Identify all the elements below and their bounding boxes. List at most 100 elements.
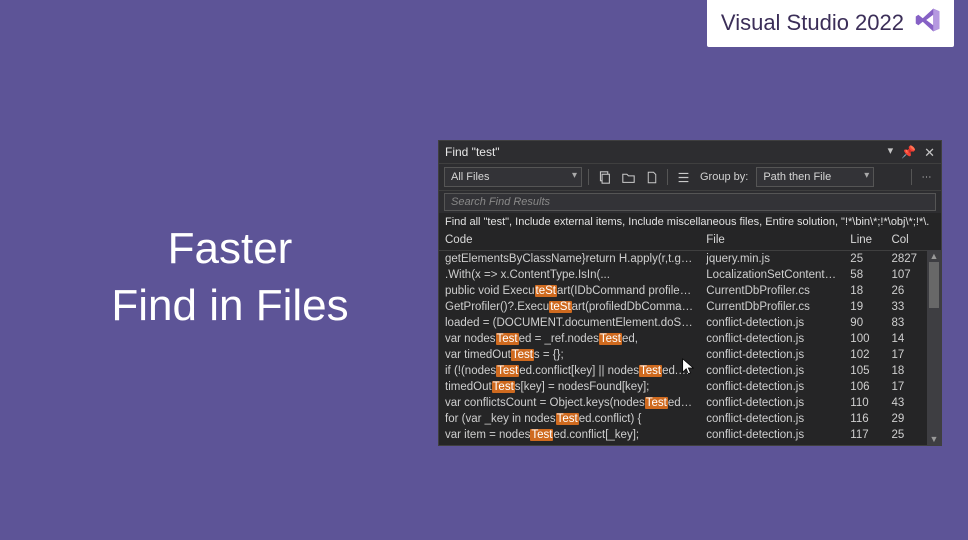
group-by-dropdown[interactable]: Path then File (756, 167, 874, 187)
filter-dropdown[interactable]: All Files (444, 167, 582, 187)
cell-col: 2827 (885, 250, 926, 267)
cell-col: 33 (885, 299, 926, 315)
filter-dropdown-label: All Files (451, 171, 490, 183)
overflow-icon[interactable]: ⋯ (918, 168, 936, 186)
column-header-col[interactable]: Col (885, 230, 926, 250)
cell-code: loaded = (DOCUMENT.documentElement.doScr… (439, 315, 700, 331)
table-row[interactable]: loaded = (DOCUMENT.documentElement.doScr… (439, 315, 941, 331)
panel-toolbar: All Files Group by: Path then File ⋯ (439, 163, 941, 191)
cell-line: 100 (844, 331, 885, 347)
cell-col: 17 (885, 379, 926, 395)
results-summary: Find all "test", Include external items,… (439, 213, 941, 230)
scroll-up-icon[interactable]: ▲ (927, 250, 941, 262)
cell-col: 17 (885, 347, 926, 363)
table-row[interactable]: getElementsByClassName}return H.apply(r,… (439, 250, 941, 267)
cell-code: public void ExecuteStart(IDbCommand prof… (439, 283, 700, 299)
cell-code: var nodesTested = _ref.nodesTested, (439, 331, 700, 347)
toolbar-separator (588, 169, 589, 185)
cell-file: conflict-detection.js (700, 363, 844, 379)
cell-code: var item = nodesTested.conflict[_key]; (439, 427, 700, 443)
find-results-panel: Find "test" ▾ 📌 ✕ All Files Group by: Pa… (438, 140, 942, 446)
table-row[interactable]: var nodesTested = _ref.nodesTested,confl… (439, 331, 941, 347)
panel-title-text: Find "test" (445, 145, 882, 159)
table-row[interactable]: .With(x => x.ContentType.IsIn(...Localiz… (439, 267, 941, 283)
group-by-label: Group by: (698, 171, 750, 183)
cell-line: 90 (844, 315, 885, 331)
cell-file: conflict-detection.js (700, 395, 844, 411)
cell-line: 102 (844, 347, 885, 363)
cell-line: 106 (844, 379, 885, 395)
table-row[interactable]: if (!(nodesTested.conflict[key] || nodes… (439, 363, 941, 379)
file-icon[interactable] (643, 168, 661, 186)
scroll-thumb[interactable] (929, 262, 939, 308)
visual-studio-logo-icon (914, 6, 942, 40)
cell-code: if (!(nodesTested.conflict[key] || nodes… (439, 363, 700, 379)
window-dropdown-icon[interactable]: ▾ (888, 146, 894, 159)
close-icon[interactable]: ✕ (924, 146, 935, 159)
column-header-pad (927, 230, 941, 250)
headline-line2: Find in Files (50, 277, 410, 334)
cell-code: var timedOutTests = {}; (439, 347, 700, 363)
cell-line: 110 (844, 395, 885, 411)
results-table-container: Code File Line Col getElementsByClassNam… (439, 230, 941, 445)
headline-line1: Faster (50, 220, 410, 277)
cell-file: CurrentDbProfiler.cs (700, 299, 844, 315)
cell-file: conflict-detection.js (700, 427, 844, 443)
vertical-scrollbar[interactable]: ▲ ▼ (927, 250, 941, 445)
cell-code: getElementsByClassName}return H.apply(r,… (439, 250, 700, 267)
cell-col: 43 (885, 395, 926, 411)
cell-file: jquery.min.js (700, 250, 844, 267)
table-row[interactable]: var timedOutTests = {};conflict-detectio… (439, 347, 941, 363)
cell-file: LocalizationSetContentPic... (700, 267, 844, 283)
cell-file: conflict-detection.js (700, 411, 844, 427)
cell-file: conflict-detection.js (700, 379, 844, 395)
column-header-line[interactable]: Line (844, 230, 885, 250)
cell-col: 14 (885, 331, 926, 347)
toolbar-separator (667, 169, 668, 185)
cell-line: 58 (844, 267, 885, 283)
cell-line: 105 (844, 363, 885, 379)
column-header-file[interactable]: File (700, 230, 844, 250)
cell-line: 19 (844, 299, 885, 315)
search-input[interactable] (444, 193, 936, 211)
table-row[interactable]: GetProfiler()?.ExecuteStart(profiledDbCo… (439, 299, 941, 315)
cell-line: 117 (844, 427, 885, 443)
list-icon[interactable] (674, 168, 692, 186)
cell-file: conflict-detection.js (700, 347, 844, 363)
brand-chip: Visual Studio 2022 (707, 0, 954, 47)
cell-line: 18 (844, 283, 885, 299)
cell-line: 25 (844, 250, 885, 267)
table-row[interactable]: var conflictsCount = Object.keys(nodesTe… (439, 395, 941, 411)
brand-label: Visual Studio 2022 (721, 10, 904, 36)
panel-titlebar: Find "test" ▾ 📌 ✕ (439, 141, 941, 163)
group-by-value: Path then File (763, 171, 831, 183)
cell-code: var conflictsCount = Object.keys(nodesTe… (439, 395, 700, 411)
table-row[interactable]: timedOutTests[key] = nodesFound[key];con… (439, 379, 941, 395)
slide-headline: Faster Find in Files (50, 220, 410, 334)
table-row[interactable]: for (var _key in nodesTested.conflict) {… (439, 411, 941, 427)
cell-col: 25 (885, 427, 926, 443)
results-table: Code File Line Col getElementsByClassNam… (439, 230, 941, 443)
copy-icon[interactable] (595, 168, 613, 186)
cell-file: conflict-detection.js (700, 315, 844, 331)
cell-code: for (var _key in nodesTested.conflict) { (439, 411, 700, 427)
cell-file: conflict-detection.js (700, 331, 844, 347)
scroll-down-icon[interactable]: ▼ (927, 433, 941, 445)
cell-line: 116 (844, 411, 885, 427)
pin-icon[interactable]: 📌 (901, 146, 916, 159)
cell-col: 26 (885, 283, 926, 299)
table-row[interactable]: var item = nodesTested.conflict[_key];co… (439, 427, 941, 443)
cell-code: .With(x => x.ContentType.IsIn(... (439, 267, 700, 283)
table-row[interactable]: public void ExecuteStart(IDbCommand prof… (439, 283, 941, 299)
cell-file: CurrentDbProfiler.cs (700, 283, 844, 299)
table-header-row: Code File Line Col (439, 230, 941, 250)
column-header-code[interactable]: Code (439, 230, 700, 250)
cell-col: 18 (885, 363, 926, 379)
cell-code: GetProfiler()?.ExecuteStart(profiledDbCo… (439, 299, 700, 315)
toolbar-separator (911, 169, 912, 185)
cell-code: timedOutTests[key] = nodesFound[key]; (439, 379, 700, 395)
open-folder-icon[interactable] (619, 168, 637, 186)
cell-col: 107 (885, 267, 926, 283)
search-row (439, 191, 941, 213)
cell-col: 29 (885, 411, 926, 427)
